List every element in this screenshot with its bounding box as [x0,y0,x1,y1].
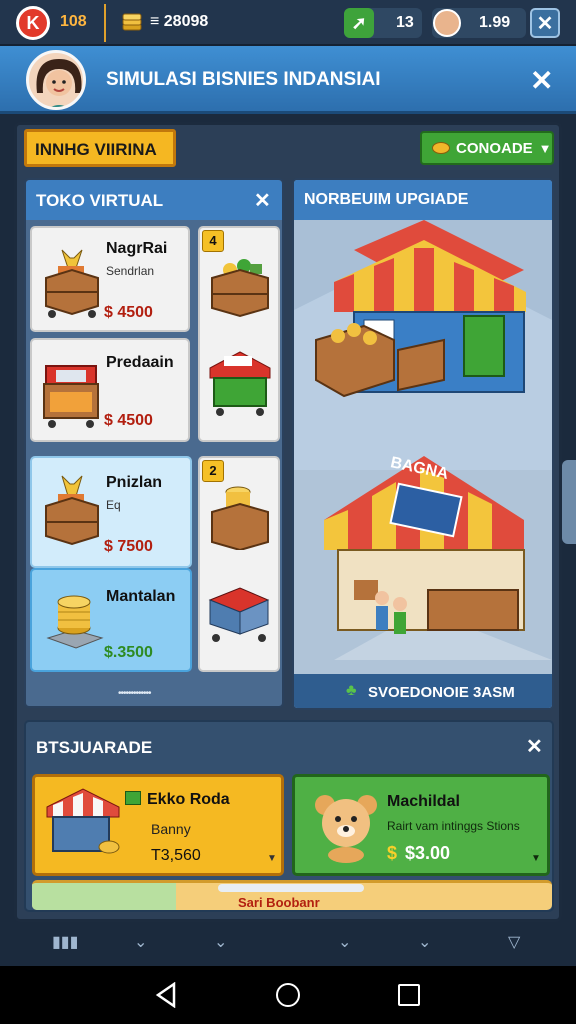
section-banner: INNHG VIIRINA [24,129,176,167]
upgrade-panel: NORBEUIM UPGIADE BAGNA ♣ SVOEDONOIE 3ASM [292,178,554,710]
chevron-down-icon: ▼ [538,140,552,156]
list-item[interactable]: Mantalan $.3500 [30,568,192,672]
market-cart-icon [206,584,272,653]
teddy-bear-icon [311,791,381,868]
chevron-down-icon: ▼ [267,853,277,864]
offer-price: T3,560 [151,847,201,864]
offer-subtitle: Banny [151,821,191,837]
gems-value: 1.99 [479,14,511,31]
footer-label: SVOEDONOIE 3ASM [368,684,515,701]
chevron-down-icon[interactable]: ⌄ [418,932,431,952]
strip-left [32,883,176,910]
market-cart-icon [208,348,272,423]
close-icon[interactable]: ✕ [526,734,543,759]
list-item[interactable]: Predaain $ 4500 [30,338,190,442]
back-icon[interactable] [154,981,178,1013]
menu-icon[interactable]: ▮▮▮ [52,932,78,952]
item-price: $.3500 [104,644,153,661]
offer-title: Machildal [387,793,460,810]
item-price: $ 4500 [104,304,153,321]
coin-icon [432,142,450,154]
offer-subtitle: Rairt vam intinggs Stions [387,819,520,833]
item-name: NagrRai [106,240,168,257]
offer-card[interactable]: Ekko Roda Banny T3,560 ▼ [32,774,284,876]
page-indicator[interactable]: ••••••••••••• [118,688,152,699]
title-header: SIMULASI BISNIES INDANSIAI ✕ [0,46,576,114]
condade-label: CONOADE [456,139,533,157]
condade-button[interactable]: CONOADE ▼ [420,131,554,165]
tag-icon [125,791,141,805]
partial-strip[interactable]: Sari Boobanr [32,880,552,910]
coin-stack-icon [208,476,272,555]
brand-k-icon[interactable]: K [16,6,50,40]
market-scene-illustration [294,220,552,676]
avatar-icon [433,9,461,37]
offer-card[interactable]: Machildal Rairt vam intinggs Stions $3.0… [292,774,550,876]
item-price: $ 4500 [104,412,153,429]
score-value: 108 [60,13,87,30]
level-arrow-icon: ➚ [344,8,374,38]
item-name: Mantalan [106,588,176,605]
panel-title: NORBEUIM UPGIADE [304,191,469,208]
item-price: $ 7500 [104,538,153,555]
panel-title: BTSJUARADE [36,738,153,757]
count-badge: 4 [202,230,224,252]
chevron-down-icon[interactable]: ⌄ [134,932,147,952]
offer-price: $3.00 [405,843,451,863]
item-subtitle: Sendrlan [106,264,155,278]
item-name: Predaain [106,354,174,371]
triangle-down-icon[interactable]: ▽ [508,932,520,952]
level-value: 13 [396,14,414,31]
item-name: Pnizlan [106,474,163,491]
crate-icon [210,256,270,331]
avatar [26,50,86,110]
list-item[interactable]: 4 [198,226,280,442]
progress-bar [218,884,364,892]
clover-icon: ♣ [346,682,357,699]
list-item[interactable]: 2 [198,456,280,672]
dollar-icon: $ [387,843,398,863]
crate-icon [42,470,102,559]
market-stall-icon [43,785,123,870]
level-pill[interactable]: ➚ 13 [344,8,422,38]
close-icon[interactable]: ✕ [530,64,553,97]
gems-pill[interactable]: 1.99 [432,8,526,38]
list-item[interactable]: NagrRai Sendrlan $ 4500 [30,226,190,332]
recents-icon[interactable] [398,984,420,1006]
list-item[interactable]: Pnizlan Eq $ 7500 [30,456,192,568]
top-status-bar: K 108 ≡ 28098 ➚ 13 1.99 ✕ [0,0,576,46]
side-tab[interactable] [562,460,576,544]
coin-stack-icon [120,10,144,34]
close-icon[interactable]: ✕ [530,8,560,38]
chevron-down-icon: ▼ [531,853,541,864]
page-title: SIMULASI BISNIES INDANSIAI [106,69,381,90]
system-nav-bar [0,966,576,1024]
crate-icon [42,242,102,327]
strip-text: Sari Boobanr [238,895,320,910]
panel-title: TOKO VIRTUAL [36,191,164,210]
close-icon[interactable]: ✕ [254,188,271,213]
banner-label: INNHG VIIRINA [35,140,157,159]
home-icon[interactable] [276,983,300,1007]
coins-value: ≡ 28098 [150,13,209,30]
coin-stack-icon [46,584,104,659]
divider [104,4,106,42]
item-subtitle: Eq [106,498,121,512]
offer-title: Ekko Roda [147,791,230,808]
chevron-down-icon[interactable]: ⌄ [214,932,227,952]
market-cart-icon [40,352,102,439]
chevron-down-icon[interactable]: ⌄ [338,932,351,952]
